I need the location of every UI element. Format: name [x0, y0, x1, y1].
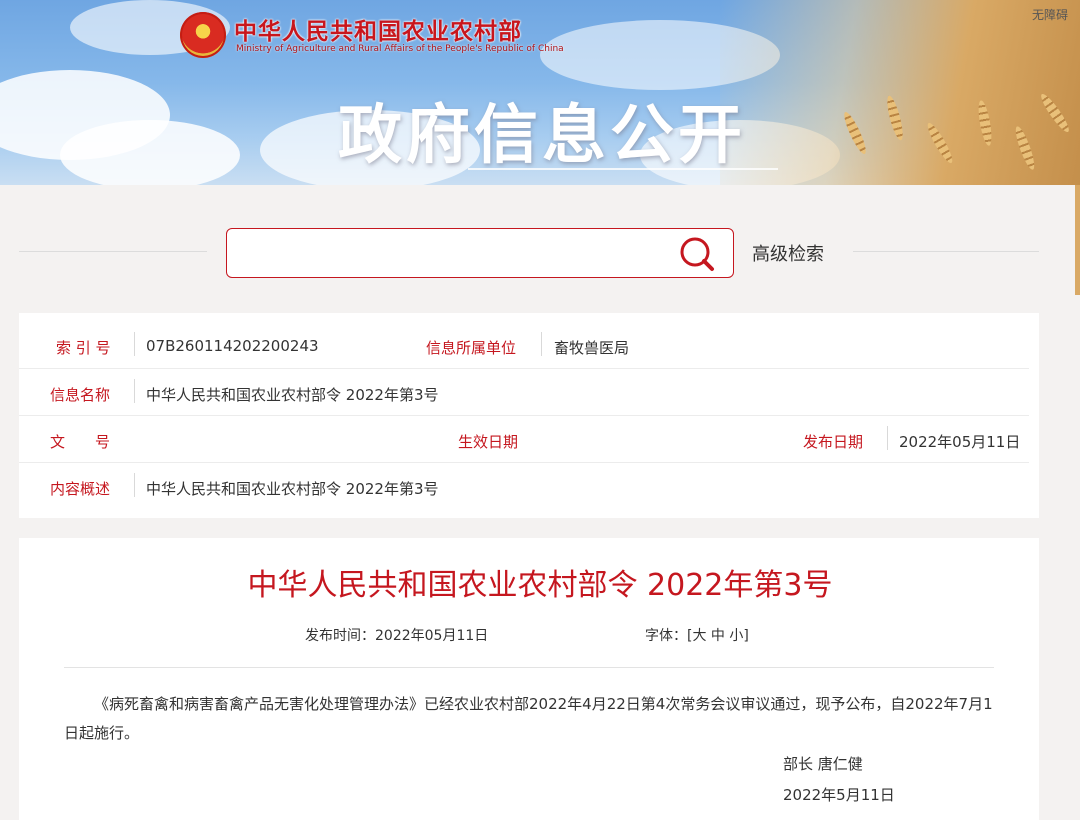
- cloud-decoration: [60, 120, 240, 185]
- name-label: 信息名称: [50, 386, 111, 404]
- info-row-name: 信息名称 中华人民共和国农业农村部令 2022年第3号: [19, 369, 1029, 416]
- divider: [19, 251, 207, 252]
- divider: [887, 426, 888, 450]
- ministry-name-en: Ministry of Agriculture and Rural Affair…: [236, 44, 564, 54]
- search-box[interactable]: [226, 228, 734, 278]
- name-value: 中华人民共和国农业农村部令 2022年第3号: [146, 386, 439, 404]
- font-label: 字体：: [645, 628, 687, 644]
- signer: 部长 唐仁健: [783, 755, 863, 773]
- search-area: 高级检索: [0, 185, 1080, 300]
- divider: [853, 251, 1039, 252]
- article-divider: [64, 667, 994, 668]
- info-row-index: 索 引 号 07B260114202200243 信息所属单位 畜牧兽医局: [19, 322, 1029, 369]
- unit-value: 畜牧兽医局: [554, 339, 630, 357]
- font-small-button[interactable]: 小: [729, 628, 743, 644]
- publish-date-label: 发布日期: [803, 433, 864, 451]
- wheat-field-image: [720, 0, 1080, 185]
- font-size-selector: 字体：[大 中 小]: [645, 625, 749, 645]
- header-banner: 中华人民共和国农业农村部 Ministry of Agriculture and…: [0, 0, 1080, 185]
- article: 中华人民共和国农业农村部令 2022年第3号 发布时间：2022年05月11日 …: [19, 538, 1039, 820]
- accessibility-link[interactable]: 无障碍: [1032, 6, 1068, 23]
- doc-number-label: 文 号: [50, 433, 111, 451]
- ministry-name-cn[interactable]: 中华人民共和国农业农村部: [234, 12, 522, 46]
- banner-title: 政府信息公开: [338, 98, 746, 173]
- publish-time-value: 2022年05月11日: [375, 628, 489, 644]
- info-table: 索 引 号 07B260114202200243 信息所属单位 畜牧兽医局 信息…: [19, 313, 1039, 518]
- index-label: 索 引 号: [56, 339, 111, 357]
- advanced-search-link[interactable]: 高级检索: [752, 240, 824, 266]
- search-icon[interactable]: [677, 234, 717, 274]
- divider: [541, 332, 542, 356]
- unit-label: 信息所属单位: [426, 339, 517, 357]
- info-row-doc: 文 号 生效日期 发布日期 2022年05月11日: [19, 416, 1029, 463]
- divider: [134, 379, 135, 403]
- effective-date-label: 生效日期: [458, 433, 519, 451]
- article-title: 中华人民共和国农业农村部令 2022年第3号: [247, 568, 833, 603]
- search-input[interactable]: [239, 239, 679, 267]
- article-body: 《病死畜禽和病害畜禽产品无害化处理管理办法》已经农业农村部2022年4月22日第…: [64, 695, 993, 742]
- info-row-summary: 内容概述 中华人民共和国农业农村部令 2022年第3号: [19, 463, 1029, 510]
- publish-time: 发布时间：2022年05月11日: [305, 625, 488, 645]
- font-bracket-close: ]: [743, 628, 749, 644]
- sign-date: 2022年5月11日: [783, 786, 895, 804]
- index-value: 07B260114202200243: [146, 337, 319, 355]
- summary-label: 内容概述: [50, 480, 111, 498]
- font-large-button[interactable]: 大: [692, 628, 706, 644]
- divider: [134, 473, 135, 497]
- summary-value: 中华人民共和国农业农村部令 2022年第3号: [146, 480, 439, 498]
- publish-time-label: 发布时间：: [305, 628, 375, 644]
- publish-date-value: 2022年05月11日: [899, 433, 1021, 451]
- font-medium-button[interactable]: 中: [711, 628, 725, 644]
- divider: [134, 332, 135, 356]
- banner-underline: [468, 168, 778, 170]
- national-emblem-icon[interactable]: [180, 12, 226, 58]
